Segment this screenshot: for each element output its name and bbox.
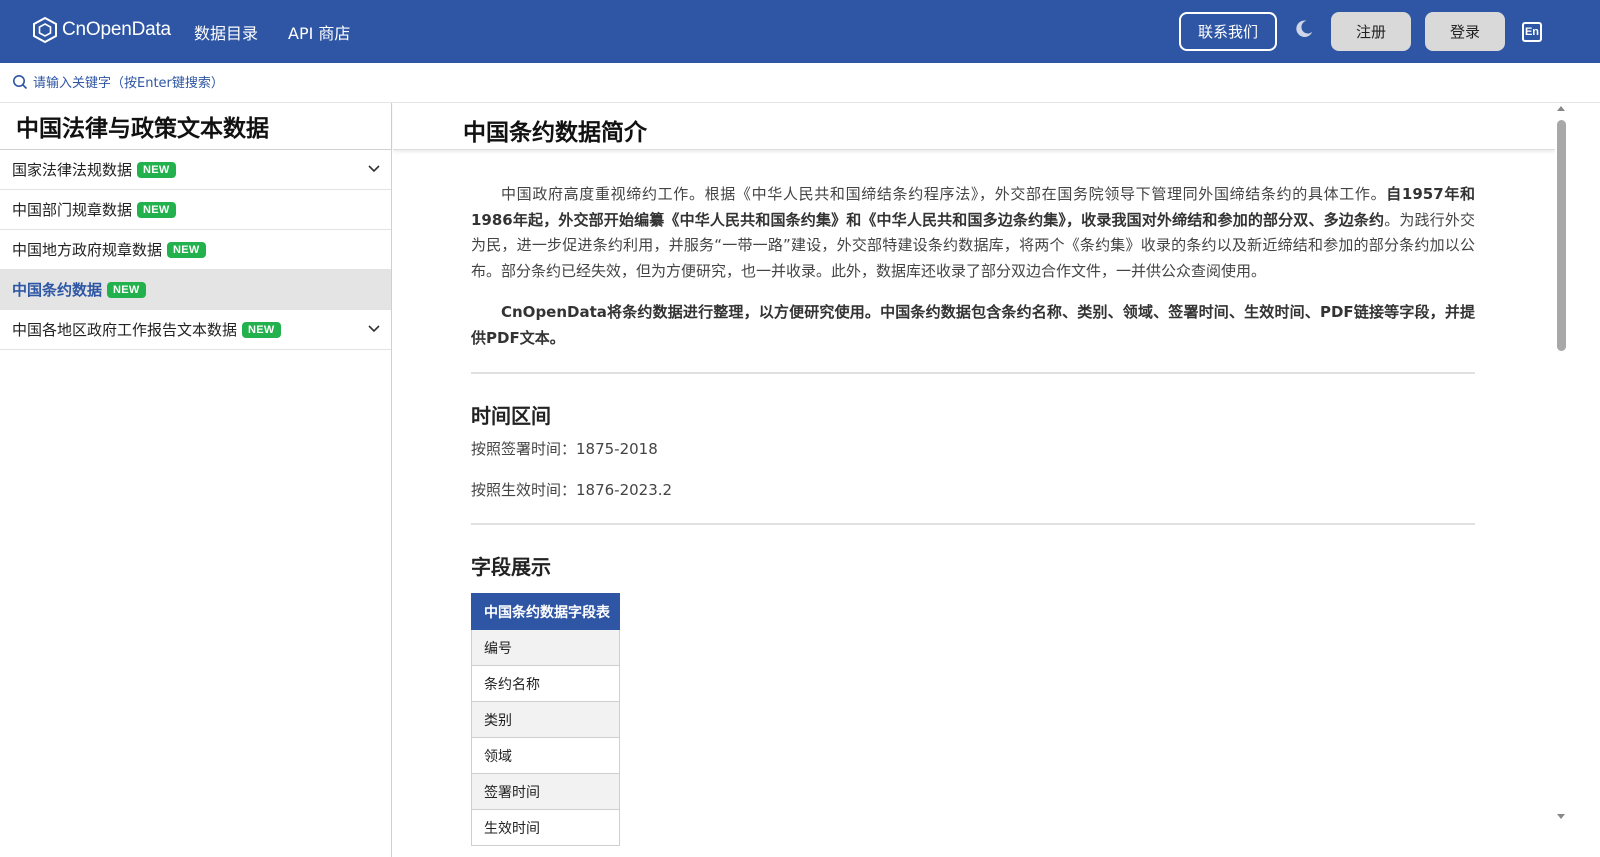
search-input[interactable]: [33, 73, 433, 93]
scroll-down-arrow-icon[interactable]: [1557, 814, 1565, 819]
time-effect-range: 按照生效时间：1876-2023.2: [471, 481, 673, 499]
table-cell: 领域: [471, 737, 620, 774]
moon-icon[interactable]: [1293, 18, 1315, 40]
nav-link-api-store[interactable]: API 商店: [288, 20, 350, 44]
table-row: 类别: [471, 701, 620, 738]
new-badge: NEW: [107, 281, 146, 298]
register-button[interactable]: 注册: [1331, 12, 1411, 51]
contact-us-button[interactable]: 联系我们: [1179, 12, 1277, 51]
scroll-up-arrow-icon[interactable]: [1557, 106, 1565, 111]
summary-paragraph: CnOpenData将条约数据进行整理，以方便研究使用。中国条约数据包含条约名称…: [471, 303, 1475, 347]
table-row: 领域: [471, 737, 620, 774]
sidebar-item-label: 中国条约数据: [12, 281, 103, 299]
new-badge: NEW: [137, 201, 176, 218]
sidebar-item-treaties[interactable]: 中国条约数据 NEW: [0, 270, 391, 310]
top-nav: CnOpenData 数据目录 API 商店 联系我们 注册 登录 En: [0, 0, 1600, 63]
table-row: 编号: [471, 629, 620, 666]
section-title-time-range: 时间区间: [471, 404, 551, 428]
sidebar-title: 中国法律与政策文本数据: [0, 103, 391, 150]
hexagon-logo-icon: [33, 16, 57, 44]
new-badge: NEW: [242, 321, 281, 338]
divider: [471, 523, 1475, 525]
table-cell: 签署时间: [471, 773, 620, 810]
table-row: 条约名称: [471, 665, 620, 702]
search-icon: [13, 75, 28, 90]
new-badge: NEW: [137, 161, 176, 178]
table-cell: 生效时间: [471, 809, 620, 846]
sidebar: 中国法律与政策文本数据 国家法律法规数据 NEW 中国部门规章数据 NEW 中国…: [0, 103, 392, 857]
intro-paragraph: 中国政府高度重视缔约工作。根据《中华人民共和国缔结条约程序法》，外交部在国务院领…: [471, 182, 1475, 284]
new-badge: NEW: [167, 241, 206, 258]
lang-icon[interactable]: En: [1522, 22, 1542, 42]
intro-text-a: 中国政府高度重视缔约工作。根据《中华人民共和国缔结条约程序法》，外交部在国务院领…: [501, 185, 1387, 203]
fields-table: 中国条约数据字段表 编号 条约名称 类别 领域 签署时间 生效时间: [471, 593, 620, 846]
page-title: 中国条约数据简介: [463, 120, 647, 146]
logo[interactable]: CnOpenData: [32, 16, 171, 44]
table-cell: 编号: [471, 629, 620, 666]
sidebar-item-department-rules[interactable]: 中国部门规章数据 NEW: [0, 190, 391, 230]
section-title-fields: 字段展示: [471, 555, 551, 579]
sidebar-item-label: 国家法律法规数据: [12, 161, 133, 179]
sidebar-item-national-laws[interactable]: 国家法律法规数据 NEW: [0, 150, 391, 190]
sidebar-item-local-gov-rules[interactable]: 中国地方政府规章数据 NEW: [0, 230, 391, 270]
login-button[interactable]: 登录: [1425, 12, 1505, 51]
chevron-down-icon[interactable]: [367, 324, 381, 334]
table-row: 签署时间: [471, 773, 620, 810]
logo-text: CnOpenData: [62, 19, 171, 40]
table-cell: 类别: [471, 701, 620, 738]
sidebar-item-label: 中国部门规章数据: [12, 201, 133, 219]
sidebar-item-label: 中国地方政府规章数据: [12, 241, 163, 259]
sidebar-item-label: 中国各地区政府工作报告文本数据: [12, 321, 238, 339]
main-header: 中国条约数据简介: [393, 103, 1555, 150]
sidebar-item-gov-work-reports[interactable]: 中国各地区政府工作报告文本数据 NEW: [0, 310, 391, 350]
table-header: 中国条约数据字段表: [471, 593, 620, 630]
chevron-down-icon[interactable]: [367, 164, 381, 174]
table-cell: 条约名称: [471, 665, 620, 702]
nav-link-data-catalog[interactable]: 数据目录: [194, 20, 258, 44]
time-sign-range: 按照签署时间：1875-2018: [471, 440, 658, 458]
divider: [471, 372, 1475, 374]
table-row: 生效时间: [471, 809, 620, 846]
scrollbar-thumb[interactable]: [1557, 120, 1566, 351]
